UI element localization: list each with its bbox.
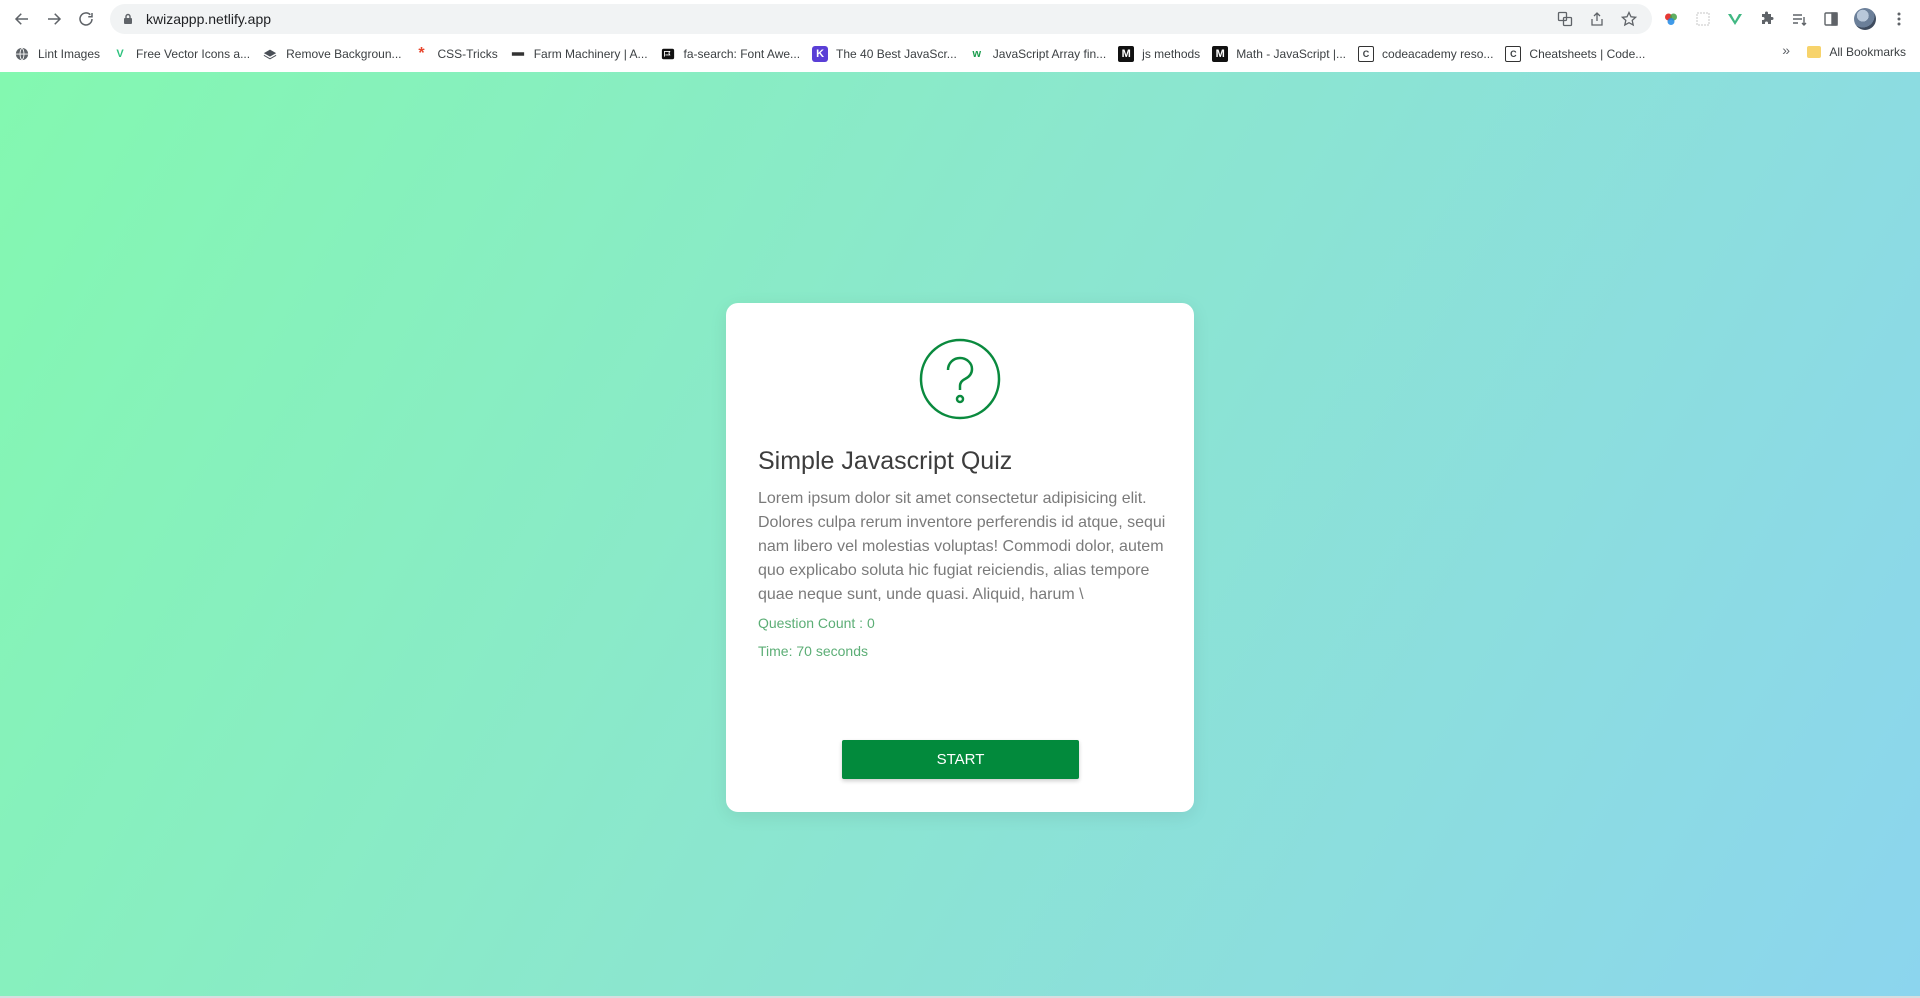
bookmark-item[interactable]: Farm Machinery | A... <box>504 42 654 66</box>
url-text: kwizappp.netlify.app <box>146 11 272 27</box>
bookmark-item[interactable]: K The 40 Best JavaScr... <box>806 42 963 66</box>
m-logo-icon: M <box>1118 46 1135 62</box>
quiz-card: Simple Javascript Quiz Lorem ipsum dolor… <box>726 303 1194 812</box>
page-background: Simple Javascript Quiz Lorem ipsum dolor… <box>0 72 1920 996</box>
globe-icon <box>14 46 30 62</box>
profile-avatar[interactable] <box>1854 8 1876 30</box>
browser-toolbar: kwizappp.netlify.app <box>0 0 1920 38</box>
lock-icon <box>122 13 134 25</box>
arrow-left-icon <box>14 13 28 25</box>
bookmark-item[interactable]: fa-search: Font Awe... <box>654 42 807 66</box>
question-circle-icon <box>918 337 1002 421</box>
all-bookmarks-button[interactable]: All Bookmarks <box>1807 40 1906 64</box>
bookmark-item[interactable]: Lint Images <box>8 42 106 66</box>
k-logo-icon: K <box>812 46 829 62</box>
question-count: Question Count : 0 <box>758 615 875 631</box>
bookmark-item[interactable]: w JavaScript Array fin... <box>963 42 1112 66</box>
side-panel-icon[interactable] <box>1822 10 1840 28</box>
quiz-title: Simple Javascript Quiz <box>758 447 1013 475</box>
start-button[interactable]: START <box>842 740 1079 779</box>
folder-icon <box>1807 46 1822 58</box>
flag-icon <box>660 46 676 62</box>
bookmark-item[interactable]: Ccodeacademy reso... <box>1352 42 1499 66</box>
address-bar[interactable]: kwizappp.netlify.app <box>110 4 1652 34</box>
asterisk-icon: * <box>418 45 425 62</box>
translate-icon[interactable] <box>1556 10 1574 28</box>
vue-extension-icon[interactable] <box>1726 10 1744 28</box>
puzzle-icon[interactable] <box>1758 10 1776 28</box>
codecademy-icon: C <box>1505 46 1522 62</box>
v-logo-icon: V <box>116 48 124 60</box>
arrow-right-icon <box>48 13 62 25</box>
layers-icon <box>262 46 278 62</box>
share-icon[interactable] <box>1588 10 1606 28</box>
bookmark-item[interactable]: * CSS-Tricks <box>408 42 504 66</box>
tractor-icon <box>510 46 526 62</box>
extensions-bar <box>1662 8 1908 30</box>
bookmark-item[interactable]: M Math - JavaScript |... <box>1206 42 1352 66</box>
m-logo-icon: M <box>1212 46 1229 62</box>
color-picker-extension-icon[interactable] <box>1662 10 1680 28</box>
bookmark-item[interactable]: Remove Backgroun... <box>256 42 407 66</box>
star-icon[interactable] <box>1620 10 1638 28</box>
bookmark-item[interactable]: V Free Vector Icons a... <box>106 42 256 66</box>
grid-extension-icon[interactable] <box>1694 10 1712 28</box>
back-button[interactable] <box>8 5 36 33</box>
reading-list-icon[interactable] <box>1790 10 1808 28</box>
codecademy-icon: C <box>1358 46 1375 62</box>
w-logo-icon: w <box>972 48 982 60</box>
reload-icon <box>79 12 93 26</box>
bookmark-item[interactable]: Mjs methods <box>1112 42 1206 66</box>
bookmark-item[interactable]: C Cheatsheets | Code... <box>1499 42 1651 66</box>
omnibox-actions <box>1556 10 1638 28</box>
more-bookmarks-button[interactable]: » <box>1782 42 1790 58</box>
kebab-menu-icon[interactable] <box>1890 10 1908 28</box>
quiz-description: Lorem ipsum dolor sit amet consectetur a… <box>758 490 1166 603</box>
quiz-time: Time: 70 seconds <box>758 643 868 659</box>
forward-button[interactable] <box>40 5 68 33</box>
browser-chrome: kwizappp.netlify.app Lint Images V Free V… <box>0 0 1920 72</box>
reload-button[interactable] <box>72 5 100 33</box>
bookmarks-bar: Lint Images V Free Vector Icons a... Remo… <box>0 40 1920 68</box>
